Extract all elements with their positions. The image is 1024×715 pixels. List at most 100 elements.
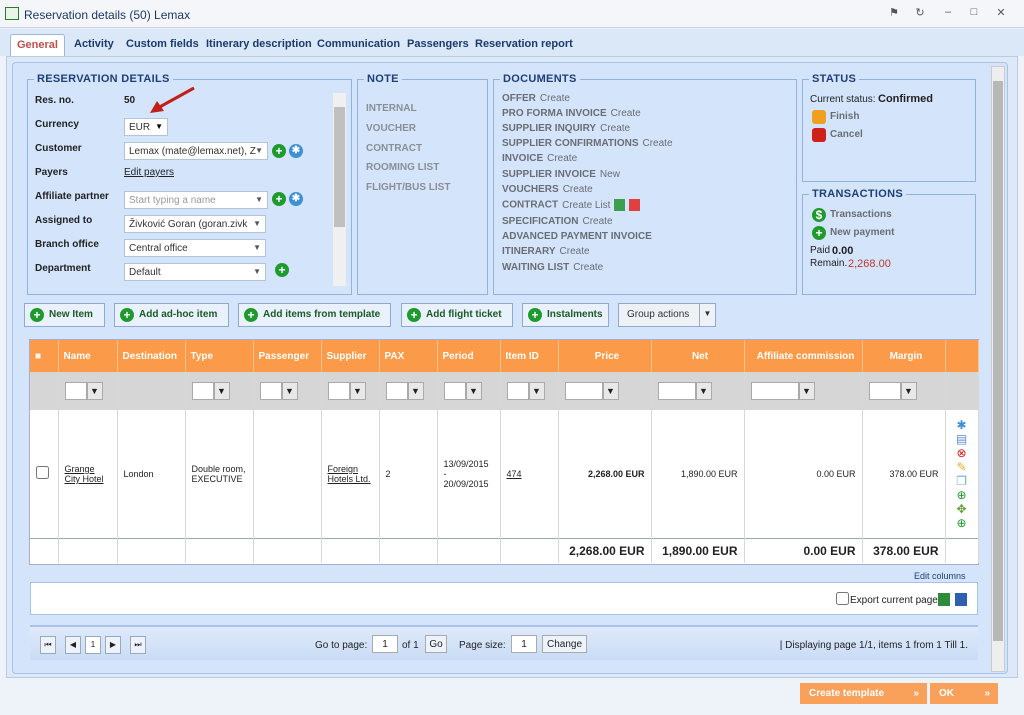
gear-icon[interactable]: ✱ [289, 144, 303, 158]
filter-input[interactable] [385, 382, 408, 400]
maximize-button[interactable]: □ [966, 6, 982, 20]
column-header[interactable]: Name [58, 340, 118, 372]
cancel-link[interactable]: Cancel [830, 129, 863, 140]
add-icon[interactable]: ⊕ [948, 488, 976, 502]
scrollbar[interactable] [991, 66, 1005, 672]
document-invoice[interactable]: INVOICE Create [502, 153, 577, 164]
next-page-button[interactable]: ▶ [105, 636, 121, 654]
change-button[interactable]: Change [542, 635, 587, 653]
column-header[interactable]: Destination [117, 340, 186, 372]
column-header[interactable]: Affiliate commission [744, 340, 863, 372]
document-action-link[interactable]: Create [540, 93, 570, 104]
document-action-link[interactable]: Create [573, 262, 603, 273]
edit-icon[interactable]: ✎ [948, 460, 976, 474]
column-header[interactable]: Supplier [321, 340, 380, 372]
filter-input[interactable] [564, 382, 603, 400]
filter-icon[interactable]: ▼ [602, 382, 619, 400]
column-header[interactable]: Item ID [500, 340, 559, 372]
delete-icon[interactable]: ⊗ [948, 446, 976, 460]
prev-page-button[interactable]: ◀ [65, 636, 81, 654]
document-supplier-confirmations[interactable]: SUPPLIER CONFIRMATIONS Create [502, 138, 673, 149]
add-items-from-template-button[interactable]: + Add items from template [238, 303, 391, 327]
excel-icon[interactable] [938, 593, 950, 606]
item-name-link[interactable]: Grange City Hotel [65, 464, 104, 484]
document-icon[interactable]: ▤ [948, 432, 976, 446]
filter-input[interactable] [191, 382, 214, 400]
filter-icon[interactable]: ▼ [407, 382, 424, 400]
group-actions-dropdown[interactable]: Group actions ▼ [618, 303, 716, 327]
add-sub-icon[interactable]: ⊕ [948, 516, 976, 530]
move-icon[interactable]: ✥ [948, 502, 976, 516]
tab-custom-fields[interactable]: Custom fields [120, 34, 205, 56]
document-specification[interactable]: SPECIFICATION Create [502, 216, 613, 227]
filter-input[interactable] [657, 382, 696, 400]
add-customer-icon[interactable]: + [272, 144, 286, 158]
column-header[interactable]: Net [651, 340, 745, 372]
document-supplier-invoice[interactable]: SUPPLIER INVOICE New [502, 169, 620, 180]
note-flight-bus-list[interactable]: FLIGHT/BUS LIST [366, 182, 450, 193]
filter-icon[interactable]: ▼ [528, 382, 545, 400]
last-page-button[interactable]: ⏭ [130, 636, 146, 654]
row-checkbox[interactable] [36, 466, 49, 480]
select-all-checkbox[interactable]: ■ [30, 340, 59, 372]
filter-input[interactable] [443, 382, 466, 400]
gear-icon[interactable]: ✱ [289, 192, 303, 206]
add-department-icon[interactable]: + [275, 263, 289, 277]
filter-icon[interactable]: ▼ [695, 382, 712, 400]
note-voucher[interactable]: VOUCHER [366, 123, 416, 134]
create-template-button[interactable]: Create template» [800, 683, 927, 704]
filter-icon[interactable]: ▼ [465, 382, 482, 400]
column-header[interactable]: PAX [379, 340, 438, 372]
document-action-link[interactable]: Create [600, 123, 630, 134]
filter-icon[interactable]: ▼ [798, 382, 815, 400]
column-header[interactable]: Type [185, 340, 254, 372]
document-action-link[interactable]: Create [611, 108, 641, 119]
filter-icon[interactable]: ▼ [900, 382, 917, 400]
goto-page-input[interactable]: 1 [372, 635, 398, 653]
assigned-select[interactable]: Živković Goran (goran.zivk ▼ [124, 215, 266, 233]
finish-link[interactable]: Finish [830, 111, 859, 122]
refresh-icon[interactable]: ↻ [912, 6, 928, 20]
document-contract[interactable]: CONTRACT Create List [502, 199, 641, 211]
filter-icon[interactable]: ▼ [213, 382, 230, 400]
filter-input[interactable] [259, 382, 282, 400]
supplier-link[interactable]: Foreign Hotels Ltd. [328, 464, 371, 484]
copy-icon[interactable]: ❐ [948, 474, 976, 488]
document-itinerary[interactable]: ITINERARY Create [502, 246, 590, 257]
add-affiliate-icon[interactable]: + [272, 192, 286, 206]
filter-icon[interactable]: ▼ [281, 382, 298, 400]
go-button[interactable]: Go [425, 635, 447, 653]
column-header[interactable]: Period [437, 340, 501, 372]
tab-activity[interactable]: Activity [68, 34, 120, 56]
transactions-link[interactable]: Transactions [830, 209, 892, 220]
tab-reservation-report[interactable]: Reservation report [469, 34, 579, 56]
document-waiting-list[interactable]: WAITING LIST Create [502, 262, 603, 273]
ok-button[interactable]: OK» [930, 683, 998, 704]
note-internal[interactable]: INTERNAL [366, 103, 417, 114]
tab-general[interactable]: General [10, 34, 65, 56]
column-header[interactable]: Margin [862, 340, 946, 372]
tab-itinerary-description[interactable]: Itinerary description [200, 34, 318, 56]
document-action-link[interactable]: New [600, 169, 620, 180]
document-action-link[interactable]: Create [563, 184, 593, 195]
add-flight-ticket-button[interactable]: + Add flight ticket [401, 303, 513, 327]
add-adhoc-item-button[interactable]: + Add ad-hoc item [114, 303, 229, 327]
column-header[interactable]: Price [558, 340, 652, 372]
document-offer[interactable]: OFFER Create [502, 93, 570, 104]
document-supplier-inquiry[interactable]: SUPPLIER INQUIRY Create [502, 123, 630, 134]
page-size-input[interactable]: 1 [511, 635, 537, 653]
tab-passengers[interactable]: Passengers [401, 34, 475, 56]
note-contract[interactable]: CONTRACT [366, 143, 422, 154]
edit-payers-link[interactable]: Edit payers [124, 167, 174, 178]
word-icon[interactable] [955, 593, 967, 606]
first-page-button[interactable]: ⏮ [40, 636, 56, 654]
new-item-button[interactable]: + New Item [24, 303, 105, 327]
export-current-page-checkbox[interactable] [836, 592, 849, 605]
customer-select[interactable]: Lemax (mate@lemax.net), Z ▼ [124, 142, 268, 160]
document-vouchers[interactable]: VOUCHERS Create [502, 184, 593, 195]
filter-icon[interactable]: ▼ [349, 382, 366, 400]
pin-icon[interactable]: ⚑ [886, 6, 902, 20]
filter-input[interactable] [750, 382, 799, 400]
document-advanced-payment-invoice[interactable]: ADVANCED PAYMENT INVOICE [502, 231, 656, 242]
document-action-link[interactable]: Create [582, 216, 612, 227]
